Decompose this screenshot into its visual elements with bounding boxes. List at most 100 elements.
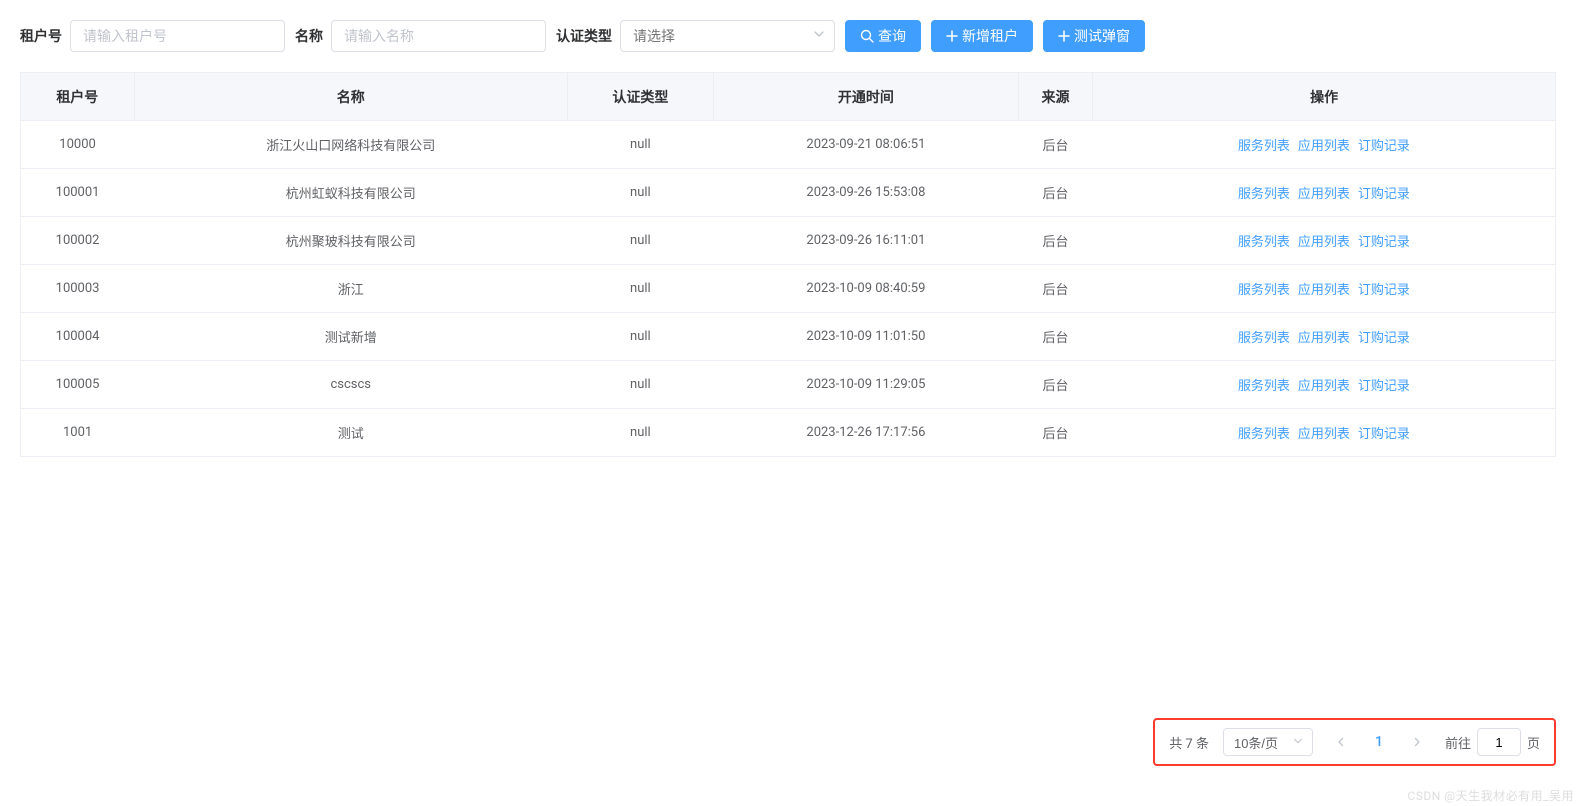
cell-action: 服务列表应用列表订购记录 bbox=[1093, 313, 1556, 361]
plus-icon bbox=[1058, 30, 1070, 42]
cell-auth: null bbox=[567, 313, 713, 361]
cell-name: 测试新增 bbox=[134, 313, 567, 361]
order-record-link[interactable]: 订购记录 bbox=[1358, 379, 1410, 394]
filter-name: 名称 bbox=[295, 20, 546, 52]
plus-icon bbox=[946, 30, 958, 42]
service-list-link[interactable]: 服务列表 bbox=[1238, 283, 1290, 298]
tenant-label: 租户号 bbox=[20, 26, 62, 46]
service-list-link[interactable]: 服务列表 bbox=[1238, 235, 1290, 250]
cell-source: 后台 bbox=[1018, 313, 1092, 361]
cell-source: 后台 bbox=[1018, 217, 1092, 265]
cell-open-time: 2023-09-26 16:11:01 bbox=[713, 217, 1018, 265]
cell-source: 后台 bbox=[1018, 361, 1092, 409]
cell-auth: null bbox=[567, 361, 713, 409]
order-record-link[interactable]: 订购记录 bbox=[1358, 331, 1410, 346]
col-auth: 认证类型 bbox=[567, 73, 713, 121]
cell-action: 服务列表应用列表订购记录 bbox=[1093, 121, 1556, 169]
search-button-label: 查询 bbox=[878, 26, 906, 46]
goto-input[interactable] bbox=[1477, 728, 1521, 756]
filter-bar: 租户号 名称 认证类型 查询 新增租户 bbox=[20, 20, 1556, 52]
goto-suffix: 页 bbox=[1527, 733, 1540, 752]
auth-label: 认证类型 bbox=[556, 26, 612, 46]
cell-name: 测试 bbox=[134, 409, 567, 457]
filter-tenant: 租户号 bbox=[20, 20, 285, 52]
search-button[interactable]: 查询 bbox=[845, 20, 921, 52]
search-icon bbox=[860, 29, 874, 43]
watermark: CSDN @天生我材必有用_吴用 bbox=[1407, 787, 1574, 804]
cell-open-time: 2023-10-09 11:29:05 bbox=[713, 361, 1018, 409]
cell-open-time: 2023-10-09 11:01:50 bbox=[713, 313, 1018, 361]
cell-open-time: 2023-12-26 17:17:56 bbox=[713, 409, 1018, 457]
cell-action: 服务列表应用列表订购记录 bbox=[1093, 265, 1556, 313]
table-row: 100002杭州聚玻科技有限公司null2023-09-26 16:11:01后… bbox=[21, 217, 1556, 265]
goto-prefix: 前往 bbox=[1445, 733, 1471, 752]
order-record-link[interactable]: 订购记录 bbox=[1358, 283, 1410, 298]
name-label: 名称 bbox=[295, 26, 323, 46]
app-list-link[interactable]: 应用列表 bbox=[1298, 331, 1350, 346]
table-row: 100001杭州虹蚁科技有限公司null2023-09-26 15:53:08后… bbox=[21, 169, 1556, 217]
app-list-link[interactable]: 应用列表 bbox=[1298, 139, 1350, 154]
cell-tenant: 100001 bbox=[21, 169, 135, 217]
cell-name: 杭州聚玻科技有限公司 bbox=[134, 217, 567, 265]
page-size-select[interactable] bbox=[1223, 728, 1313, 756]
cell-tenant: 100002 bbox=[21, 217, 135, 265]
add-button[interactable]: 新增租户 bbox=[931, 20, 1033, 52]
cell-name: cscscs bbox=[134, 361, 567, 409]
cell-tenant: 100005 bbox=[21, 361, 135, 409]
cell-tenant: 100003 bbox=[21, 265, 135, 313]
cell-open-time: 2023-09-21 08:06:51 bbox=[713, 121, 1018, 169]
table-row: 100003浙江null2023-10-09 08:40:59后台服务列表应用列… bbox=[21, 265, 1556, 313]
order-record-link[interactable]: 订购记录 bbox=[1358, 187, 1410, 202]
app-list-link[interactable]: 应用列表 bbox=[1298, 235, 1350, 250]
tenant-input[interactable] bbox=[70, 20, 285, 52]
page-total: 共 7 条 bbox=[1169, 733, 1209, 752]
col-open-time: 开通时间 bbox=[713, 73, 1018, 121]
service-list-link[interactable]: 服务列表 bbox=[1238, 379, 1290, 394]
page-prev-button[interactable] bbox=[1327, 728, 1355, 756]
filter-auth: 认证类型 bbox=[556, 20, 835, 52]
add-button-label: 新增租户 bbox=[962, 26, 1018, 46]
table-row: 1001测试null2023-12-26 17:17:56后台服务列表应用列表订… bbox=[21, 409, 1556, 457]
page-nav: 1 bbox=[1327, 728, 1431, 756]
cell-auth: null bbox=[567, 217, 713, 265]
app-list-link[interactable]: 应用列表 bbox=[1298, 283, 1350, 298]
cell-name: 浙江 bbox=[134, 265, 567, 313]
cell-name: 浙江火山口网络科技有限公司 bbox=[134, 121, 567, 169]
cell-action: 服务列表应用列表订购记录 bbox=[1093, 361, 1556, 409]
pagination: 共 7 条 1 前往 页 bbox=[1153, 718, 1556, 766]
cell-open-time: 2023-10-09 08:40:59 bbox=[713, 265, 1018, 313]
table-row: 10000浙江火山口网络科技有限公司null2023-09-21 08:06:5… bbox=[21, 121, 1556, 169]
service-list-link[interactable]: 服务列表 bbox=[1238, 187, 1290, 202]
app-list-link[interactable]: 应用列表 bbox=[1298, 427, 1350, 442]
col-name: 名称 bbox=[134, 73, 567, 121]
page-number[interactable]: 1 bbox=[1365, 734, 1393, 750]
cell-tenant: 1001 bbox=[21, 409, 135, 457]
cell-auth: null bbox=[567, 121, 713, 169]
cell-open-time: 2023-09-26 15:53:08 bbox=[713, 169, 1018, 217]
page-next-button[interactable] bbox=[1403, 728, 1431, 756]
test-button[interactable]: 测试弹窗 bbox=[1043, 20, 1145, 52]
table-row: 100004测试新增null2023-10-09 11:01:50后台服务列表应… bbox=[21, 313, 1556, 361]
col-tenant: 租户号 bbox=[21, 73, 135, 121]
order-record-link[interactable]: 订购记录 bbox=[1358, 235, 1410, 250]
service-list-link[interactable]: 服务列表 bbox=[1238, 427, 1290, 442]
auth-select[interactable] bbox=[620, 20, 835, 52]
service-list-link[interactable]: 服务列表 bbox=[1238, 331, 1290, 346]
data-table: 租户号 名称 认证类型 开通时间 来源 操作 10000浙江火山口网络科技有限公… bbox=[20, 72, 1556, 457]
cell-action: 服务列表应用列表订购记录 bbox=[1093, 169, 1556, 217]
cell-auth: null bbox=[567, 409, 713, 457]
app-list-link[interactable]: 应用列表 bbox=[1298, 379, 1350, 394]
cell-tenant: 100004 bbox=[21, 313, 135, 361]
order-record-link[interactable]: 订购记录 bbox=[1358, 427, 1410, 442]
cell-source: 后台 bbox=[1018, 169, 1092, 217]
service-list-link[interactable]: 服务列表 bbox=[1238, 139, 1290, 154]
col-source: 来源 bbox=[1018, 73, 1092, 121]
col-action: 操作 bbox=[1093, 73, 1556, 121]
cell-action: 服务列表应用列表订购记录 bbox=[1093, 409, 1556, 457]
order-record-link[interactable]: 订购记录 bbox=[1358, 139, 1410, 154]
page-goto: 前往 页 bbox=[1445, 728, 1540, 756]
cell-source: 后台 bbox=[1018, 121, 1092, 169]
app-list-link[interactable]: 应用列表 bbox=[1298, 187, 1350, 202]
cell-source: 后台 bbox=[1018, 265, 1092, 313]
name-input[interactable] bbox=[331, 20, 546, 52]
